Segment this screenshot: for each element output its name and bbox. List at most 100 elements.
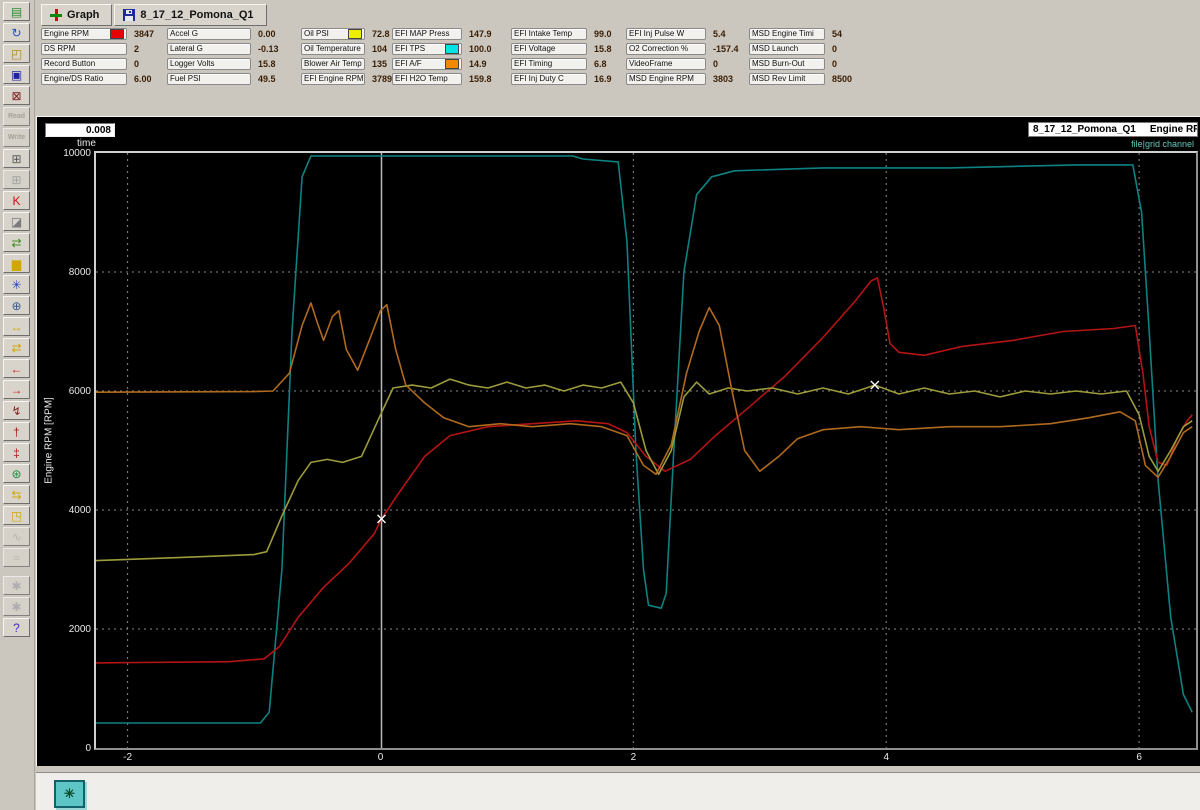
zoom-box-icon[interactable]: ⊕ (3, 296, 30, 315)
channel-button-efi-a-f[interactable]: EFI A/F (392, 58, 462, 70)
x-tick-label: -2 (118, 752, 138, 763)
channel-button-engine-rpm[interactable]: Engine RPM (41, 28, 127, 40)
channel-column: Oil PSI72.8Oil Temperature104Blower Air … (301, 27, 392, 87)
tab-graph[interactable]: Graph (41, 4, 112, 26)
header-channel-name: Engine RPM (1150, 123, 1198, 136)
channel-button-lateral-g[interactable]: Lateral G (167, 43, 251, 55)
channel-value: 54 (825, 29, 842, 39)
channel-button-efi-engine-rpm[interactable]: EFI Engine RPM (301, 73, 365, 85)
cursor-left-icon[interactable]: ← (3, 359, 30, 378)
channel-row: MSD Engine Timi54 (749, 27, 852, 40)
segment-start-icon[interactable]: † (3, 422, 30, 441)
channel-row: DS RPM2 (41, 42, 154, 55)
channel-button-accel-g[interactable]: Accel G (167, 28, 251, 40)
open-file-icon[interactable]: ◰ (3, 44, 30, 63)
channel-label: EFI Timing (514, 59, 552, 68)
channel-color-swatch (110, 29, 124, 39)
channel-value: 100.0 (462, 44, 492, 54)
channel-button-efi-inj-duty-c[interactable]: EFI Inj Duty C (511, 73, 587, 85)
channel-button-fuel-psi[interactable]: Fuel PSI (167, 73, 251, 85)
help-button[interactable]: ✳ (54, 780, 85, 808)
channel-value: 0 (706, 59, 718, 69)
channel-value: 0 (825, 44, 837, 54)
channel-button-msd-engine-timi[interactable]: MSD Engine Timi (749, 28, 825, 40)
channel-row: Engine/DS Ratio6.00 (41, 72, 154, 85)
cursor-time-box: 0.008 (45, 123, 115, 137)
channel-row: Accel G 0.00 (167, 27, 279, 40)
cursor-right-icon[interactable]: → (3, 380, 30, 399)
channel-label: VideoFrame (629, 59, 672, 68)
plot-area[interactable] (94, 151, 1198, 750)
compare-runs-icon[interactable]: ⇄ (3, 233, 30, 252)
channel-value: 99.0 (587, 29, 612, 39)
channel-button-oil-temperature[interactable]: Oil Temperature (301, 43, 365, 55)
channel-value: 159.8 (462, 74, 492, 84)
header-subtitle: file|grid channel (1131, 139, 1194, 149)
y-tick-label: 0 (49, 743, 91, 754)
channel-button-msd-rev-limit[interactable]: MSD Rev Limit (749, 73, 825, 85)
channel-row: EFI A/F14.9 (392, 57, 492, 70)
graph-header-box[interactable]: 8_17_12_Pomona_Q1 Engine RPM (1028, 122, 1198, 137)
channel-button-efi-timing[interactable]: EFI Timing (511, 58, 587, 70)
channel-label: Oil Temperature (304, 44, 361, 53)
channel-button-efi-tps[interactable]: EFI TPS (392, 43, 462, 55)
quick-graph-icon[interactable]: K (3, 191, 30, 210)
left-toolbar: ▤↻◰▣⊠ReadWrite⊞⊞K◪⇄▆✳⊕↔⇄←→↯†‡⊛⇆◳∿≈✱✱? (0, 0, 35, 810)
channel-button-efi-map-press[interactable]: EFI MAP Press (392, 28, 462, 40)
channel-value: 2 (127, 44, 139, 54)
online-icon[interactable]: ⊛ (3, 464, 30, 483)
channel-label: Engine/DS Ratio (44, 74, 103, 83)
channel-button-oil-psi[interactable]: Oil PSI (301, 28, 365, 40)
channel-column: EFI MAP Press147.9 EFI TPS100.0 EFI A/F14.… (392, 27, 492, 87)
zoom-all-icon[interactable]: ✳ (3, 275, 30, 294)
channel-row: EFI MAP Press147.9 (392, 27, 492, 40)
print-icon[interactable]: ⊞ (3, 149, 30, 168)
marker-icon[interactable]: ↯ (3, 401, 30, 420)
segment-end-icon[interactable]: ‡ (3, 443, 30, 462)
channel-column: Accel G0.00Lateral G-0.13Logger Volts15.… (167, 27, 279, 87)
new-file-icon[interactable]: ▤ (3, 2, 30, 21)
channel-button-efi-inj-pulse-w[interactable]: EFI Inj Pulse W (626, 28, 706, 40)
channel-button-blower-air-temp[interactable]: Blower Air Temp (301, 58, 365, 70)
channel-label: EFI Voltage (514, 44, 555, 53)
x-tick-label: 0 (370, 752, 390, 763)
y-tick-label: 10000 (49, 148, 91, 159)
settings-b-icon: ✱ (3, 597, 30, 616)
channel-button-record-button[interactable]: Record Button (41, 58, 127, 70)
settings-a-icon: ✱ (3, 576, 30, 595)
export-run-icon[interactable]: ◳ (3, 506, 30, 525)
compress-x-icon[interactable]: ⇄ (3, 338, 30, 357)
channel-button-o2-correction-[interactable]: O2 Correction % (626, 43, 706, 55)
tab-file[interactable]: 8_17_12_Pomona_Q1 (114, 4, 266, 26)
channel-label: Accel G (170, 29, 198, 38)
channel-button-logger-volts[interactable]: Logger Volts (167, 58, 251, 70)
swap-runs-icon[interactable]: ⇆ (3, 485, 30, 504)
channel-button-ds-rpm[interactable]: DS RPM (41, 43, 127, 55)
vehicle-icon[interactable]: ▆ (3, 254, 30, 273)
channel-button-msd-engine-rpm[interactable]: MSD Engine RPM (626, 73, 706, 85)
header-run-name: 8_17_12_Pomona_Q1 (1033, 123, 1136, 136)
channel-value: 15.8 (251, 59, 276, 69)
channel-label: EFI H2O Temp (395, 74, 448, 83)
channel-button-efi-intake-temp[interactable]: EFI Intake Temp (511, 28, 587, 40)
channel-button-efi-voltage[interactable]: EFI Voltage (511, 43, 587, 55)
eraser-icon[interactable]: ◪ (3, 212, 30, 231)
y-tick-label: 4000 (49, 505, 91, 516)
channel-value: 0.00 (251, 29, 276, 39)
save-icon[interactable]: ▣ (3, 65, 30, 84)
tab-strip: Graph 8_17_12_Pomona_Q1 (41, 4, 267, 26)
channel-row: Logger Volts15.8 (167, 57, 279, 70)
channel-button-efi-h2o-temp[interactable]: EFI H2O Temp (392, 73, 462, 85)
channel-row: EFI Engine RPM3789 (301, 72, 392, 85)
expand-x-icon[interactable]: ↔ (3, 317, 30, 336)
channel-button-msd-burn-out[interactable]: MSD Burn-Out (749, 58, 825, 70)
channel-button-videoframe[interactable]: VideoFrame (626, 58, 706, 70)
upload-run-icon[interactable]: ⊠ (3, 86, 30, 105)
context-help-icon[interactable]: ? (3, 618, 30, 637)
channel-button-engine-ds-ratio[interactable]: Engine/DS Ratio (41, 73, 127, 85)
refresh-icon[interactable]: ↻ (3, 23, 30, 42)
channel-label: EFI Inj Duty C (514, 74, 564, 83)
channel-row: EFI Voltage15.8 (511, 42, 612, 55)
channel-button-msd-launch[interactable]: MSD Launch (749, 43, 825, 55)
channel-grid: Engine RPM3847DS RPM2Record Button0Engin… (35, 27, 1200, 89)
